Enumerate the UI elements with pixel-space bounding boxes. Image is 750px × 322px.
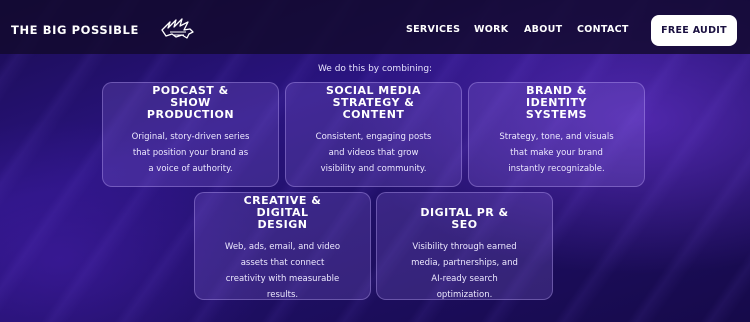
nav-contact[interactable]: CONTACT [577, 24, 629, 35]
card-description: Original, story-driven series that posit… [131, 132, 250, 174]
service-card-brand-identity[interactable]: BRAND & IDENTITY SYSTEMS Strategy, tone,… [468, 82, 645, 187]
free-audit-button[interactable]: FREE AUDIT [651, 15, 737, 46]
card-title: PODCAST & SHOW PRODUCTION [146, 84, 235, 121]
card-title: DIGITAL PR & SEO [420, 206, 509, 231]
service-card-digital-pr-seo[interactable]: DIGITAL PR & SEO Visibility through earn… [376, 192, 553, 300]
nav-services[interactable]: SERVICES [406, 24, 460, 35]
service-card-podcast[interactable]: PODCAST & SHOW PRODUCTION Original, stor… [102, 82, 279, 187]
nav-about[interactable]: ABOUT [524, 24, 562, 35]
service-card-creative-design[interactable]: CREATIVE & DIGITAL DESIGN Web, ads, emai… [194, 192, 371, 300]
service-card-social-media[interactable]: SOCIAL MEDIA STRATEGY & CONTENT Consiste… [285, 82, 462, 187]
nav-work[interactable]: WORK [474, 24, 508, 35]
brand-name[interactable]: THE BIG POSSIBLE [11, 23, 139, 37]
card-title: CREATIVE & DIGITAL DESIGN [243, 194, 322, 231]
winged-lion-logo-icon[interactable] [160, 16, 198, 40]
card-title: SOCIAL MEDIA STRATEGY & CONTENT [326, 84, 421, 121]
card-description: Strategy, tone, and visuals that make yo… [499, 132, 614, 174]
card-title: BRAND & IDENTITY SYSTEMS [525, 84, 588, 121]
card-description: Web, ads, email, and video assets that c… [224, 242, 341, 300]
card-description: Consistent, engaging posts and videos th… [315, 132, 432, 174]
section-lead: We do this by combining: [317, 64, 433, 74]
card-description: Visibility through earned media, partner… [411, 242, 518, 300]
site-header: THE BIG POSSIBLE SERVICES WORK ABOUT CON… [0, 0, 750, 54]
